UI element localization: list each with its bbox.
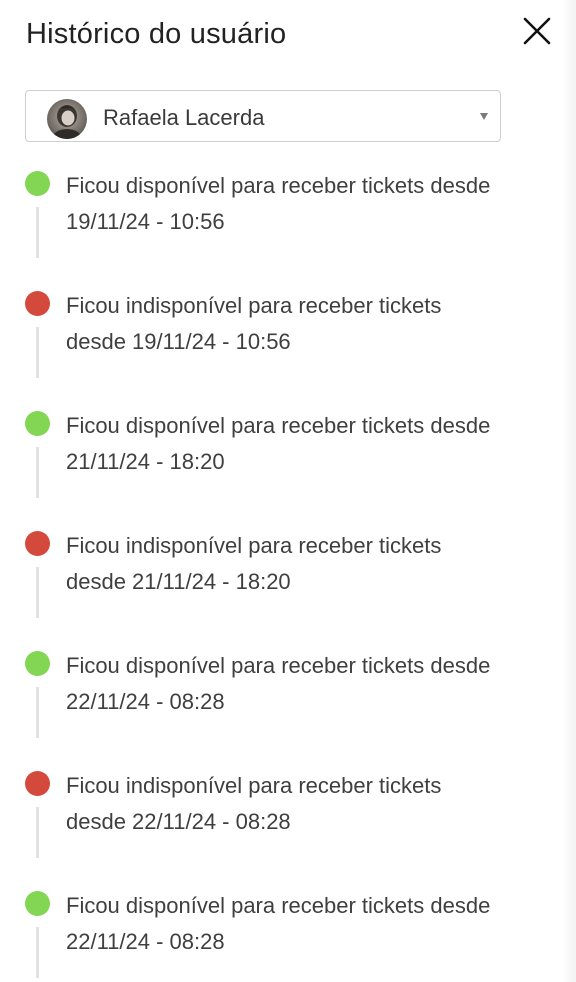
- selected-user-name: Rafaela Lacerda: [103, 105, 265, 130]
- user-history-panel: Histórico do usuário Rafaela Lacerda Fic…: [0, 0, 576, 982]
- status-dot-icon: [25, 771, 50, 796]
- timeline-connector: [36, 567, 39, 618]
- event-text: Ficou indisponível para receber tickets …: [66, 288, 536, 360]
- event-text-line1: Ficou disponível para receber tickets de…: [66, 413, 491, 438]
- page-title: Histórico do usuário: [26, 18, 287, 50]
- timeline-event: Ficou indisponível para receber tickets …: [0, 528, 576, 648]
- chevron-down-icon: [480, 113, 488, 120]
- event-text: Ficou indisponível para receber tickets …: [66, 768, 536, 840]
- event-text: Ficou indisponível para receber tickets …: [66, 528, 536, 600]
- event-text-line2: desde 22/11/24 - 08:28: [66, 809, 291, 834]
- status-dot-icon: [25, 651, 50, 676]
- event-text: Ficou disponível para receber tickets de…: [66, 408, 536, 480]
- timeline-connector: [36, 207, 39, 258]
- event-text: Ficou disponível para receber tickets de…: [66, 168, 536, 240]
- timeline-event: Ficou disponível para receber tickets de…: [0, 408, 576, 528]
- timeline-connector: [36, 687, 39, 738]
- timeline-event: Ficou disponível para receber tickets de…: [0, 648, 576, 768]
- event-text-line2: 22/11/24 - 08:28: [66, 689, 225, 714]
- timeline-connector: [36, 807, 39, 858]
- event-text-line1: Ficou indisponível para receber tickets: [66, 773, 442, 798]
- timeline-event: Ficou indisponível para receber tickets …: [0, 288, 576, 408]
- event-text-line2: 19/11/24 - 10:56: [66, 209, 225, 234]
- event-text: Ficou disponível para receber tickets de…: [66, 648, 536, 720]
- event-text-line2: 21/11/24 - 18:20: [66, 449, 225, 474]
- event-text-line1: Ficou disponível para receber tickets de…: [66, 173, 491, 198]
- timeline-event: Ficou indisponível para receber tickets …: [0, 768, 576, 888]
- event-text-line1: Ficou indisponível para receber tickets: [66, 293, 442, 318]
- status-dot-icon: [25, 171, 50, 196]
- event-text-line2: 22/11/24 - 08:28: [66, 929, 225, 954]
- status-dot-icon: [25, 291, 50, 316]
- event-text-line1: Ficou disponível para receber tickets de…: [66, 893, 491, 918]
- close-button[interactable]: [522, 16, 552, 46]
- user-select-dropdown[interactable]: Rafaela Lacerda: [25, 90, 501, 142]
- panel-header: Histórico do usuário: [26, 14, 556, 54]
- timeline-connector: [36, 447, 39, 498]
- timeline-event: Ficou disponível para receber tickets de…: [0, 168, 576, 288]
- close-icon: [523, 17, 551, 45]
- timeline-connector: [36, 927, 39, 978]
- event-text-line2: desde 21/11/24 - 18:20: [66, 569, 291, 594]
- event-text-line1: Ficou disponível para receber tickets de…: [66, 653, 491, 678]
- event-text-line1: Ficou indisponível para receber tickets: [66, 533, 442, 558]
- status-dot-icon: [25, 411, 50, 436]
- avatar: [47, 99, 87, 139]
- event-text-line2: desde 19/11/24 - 10:56: [66, 329, 291, 354]
- status-dot-icon: [25, 891, 50, 916]
- status-dot-icon: [25, 531, 50, 556]
- timeline-event: Ficou disponível para receber tickets de…: [0, 888, 576, 982]
- event-text: Ficou disponível para receber tickets de…: [66, 888, 536, 960]
- timeline-connector: [36, 327, 39, 378]
